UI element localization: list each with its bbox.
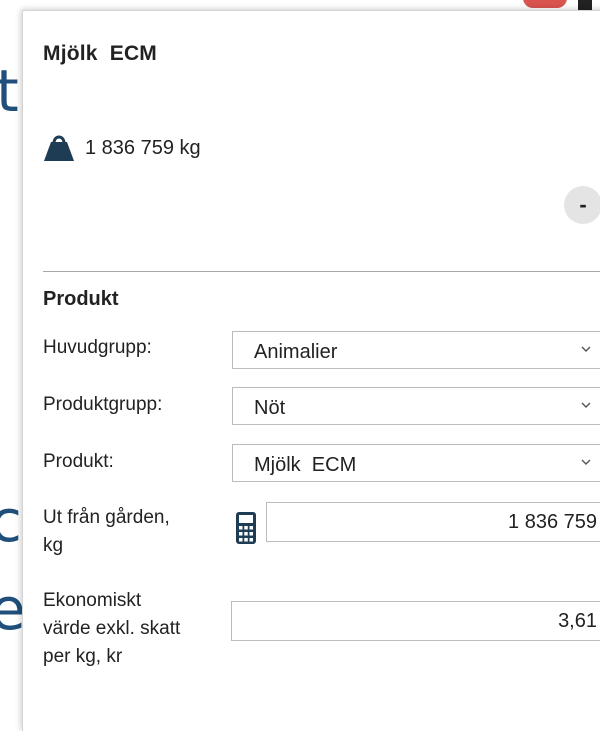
- weight-value: 1 836 759 kg: [85, 136, 201, 159]
- produktgrupp-select[interactable]: Nöt: [232, 387, 600, 425]
- section-divider: [43, 271, 600, 272]
- ut-fran-garden-label-line2: kg: [43, 535, 64, 556]
- produktgrupp-selected-value: Nöt: [254, 397, 286, 419]
- ut-fran-garden-label: Ut från gården, kg: [43, 504, 170, 560]
- background-window-corner: [505, 0, 600, 10]
- background-dark-shape: [578, 0, 592, 10]
- calculator-icon[interactable]: [235, 511, 257, 545]
- background-text-fragment: t: [0, 57, 19, 125]
- ekonomiskt-varde-label-line2: värde exkl. skatt: [43, 618, 181, 639]
- produktgrupp-label: Produktgrupp:: [43, 394, 163, 415]
- ekonomiskt-varde-input[interactable]: 3,61: [231, 601, 600, 641]
- chevron-down-icon: [581, 346, 591, 352]
- ekonomiskt-varde-label-line3: per kg, kr: [43, 646, 123, 667]
- produkt-label: Produkt:: [43, 451, 114, 472]
- produkt-select[interactable]: Mjölk ECM: [232, 444, 600, 482]
- ut-fran-garden-label-line1: Ut från gården,: [43, 507, 170, 528]
- product-detail-panel: Mjölk ECM 1 836 759 kg - Produkt Huvudgr…: [22, 10, 600, 731]
- huvudgrupp-selected-value: Animalier: [254, 341, 338, 363]
- huvudgrupp-select[interactable]: Animalier: [232, 331, 600, 369]
- chevron-down-icon: [581, 459, 591, 465]
- section-title-produkt: Produkt: [43, 288, 119, 310]
- collapse-button[interactable]: -: [564, 186, 600, 224]
- huvudgrupp-label: Huvudgrupp:: [43, 337, 152, 358]
- produkt-selected-value: Mjölk ECM: [254, 454, 357, 476]
- panel-title: Mjölk ECM: [43, 42, 158, 65]
- weight-summary: 1 836 759 kg: [43, 133, 201, 163]
- weight-icon: [44, 135, 74, 161]
- background-red-shape: [523, 0, 567, 8]
- background-text-fragment: c: [0, 487, 22, 555]
- chevron-down-icon: [581, 402, 591, 408]
- ekonomiskt-varde-label: Ekonomiskt värde exkl. skatt per kg, kr: [43, 587, 180, 671]
- ekonomiskt-varde-label-line1: Ekonomiskt: [43, 590, 142, 611]
- ut-fran-garden-input[interactable]: 1 836 759: [266, 502, 600, 542]
